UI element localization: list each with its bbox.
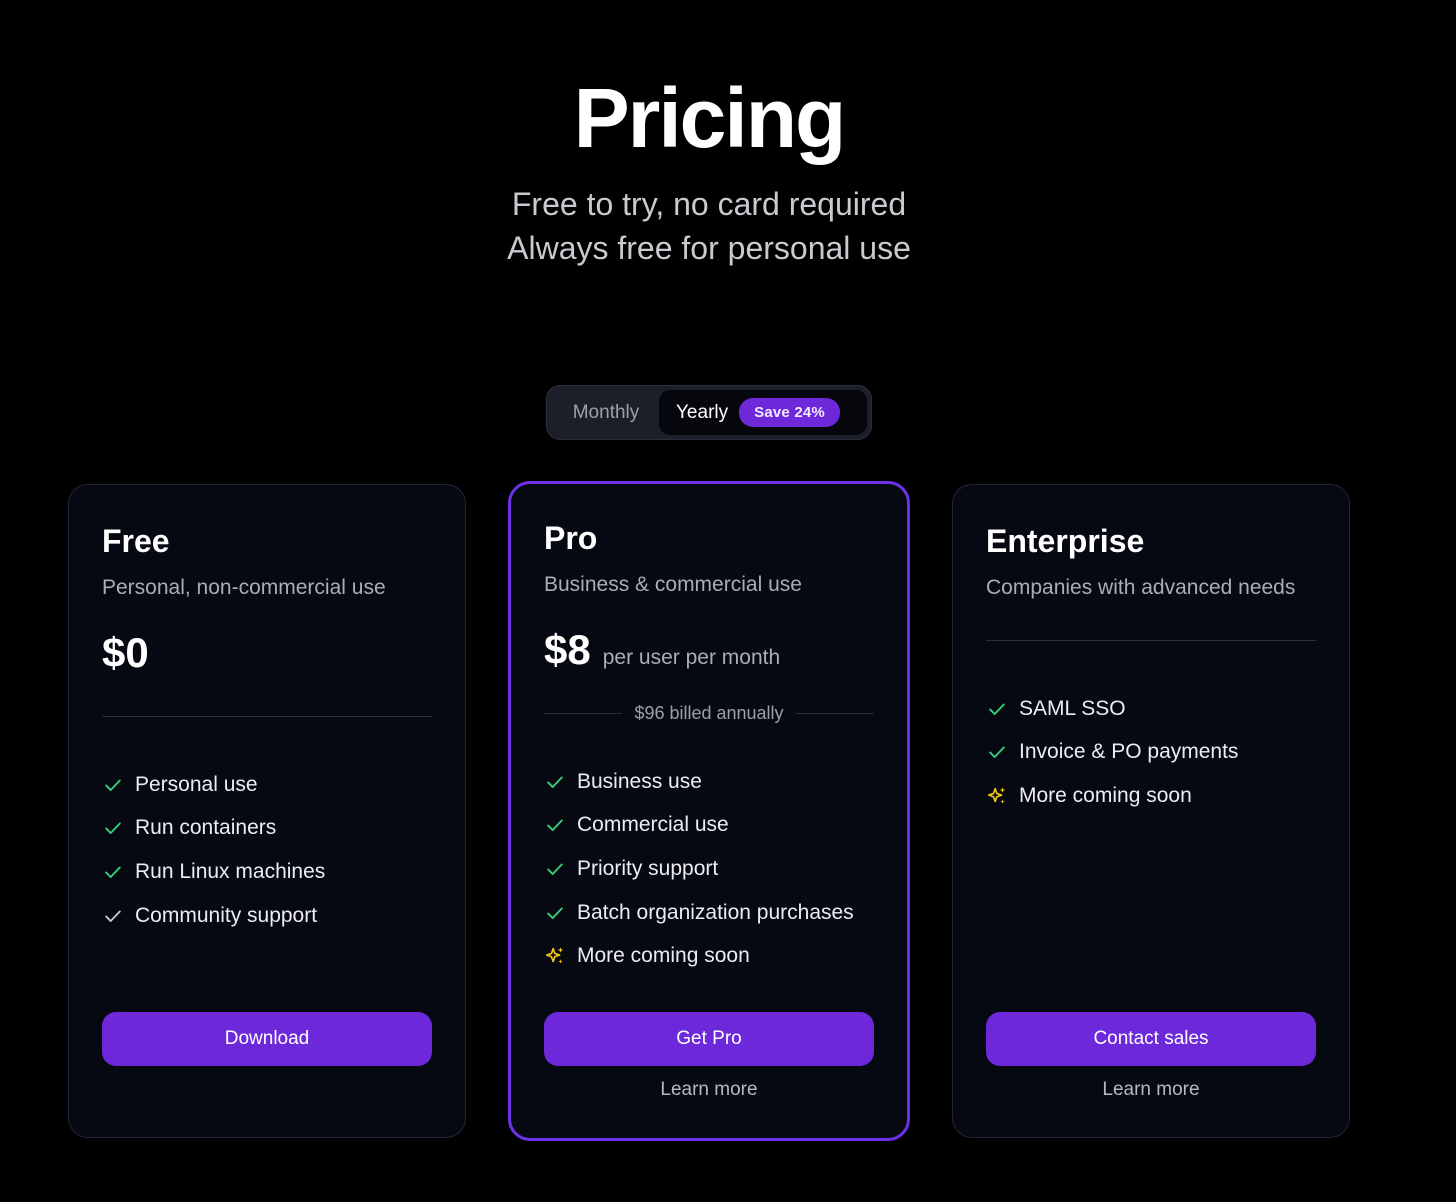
feature-item: Batch organization purchases (544, 891, 874, 935)
billed-note-text: $96 billed annually (634, 703, 784, 723)
feature-item: Run Linux machines (102, 850, 432, 894)
subtitle-line-2: Always free for personal use (507, 230, 911, 266)
sparkle-icon (986, 785, 1008, 807)
check-icon (102, 861, 124, 883)
feature-item: More coming soon (544, 934, 874, 978)
plan-description: Personal, non-commercial use (102, 576, 386, 599)
divider (986, 640, 1316, 641)
divider (102, 716, 432, 717)
yearly-label: Yearly (676, 401, 729, 423)
plan-name: Pro (544, 520, 598, 556)
learn-more-link[interactable]: Learn more (544, 1079, 874, 1101)
plan-card-enterprise: Enterprise Companies with advanced needs… (952, 484, 1350, 1138)
feature-list: Personal use Run containers Run Linux mach… (102, 763, 432, 937)
check-icon (544, 858, 566, 880)
feature-label: Run Linux machines (135, 859, 326, 883)
feature-label: Invoice & PO payments (1019, 740, 1239, 764)
feature-item: Invoice & PO payments (986, 731, 1316, 775)
plan-card-free: Free Personal, non-commercial use $0 Per… (68, 484, 466, 1138)
sparkle-icon (544, 945, 566, 967)
feature-item: Business use (544, 760, 874, 804)
plan-name: Enterprise (986, 523, 1145, 559)
check-icon (544, 771, 566, 793)
download-button[interactable]: Download (102, 1012, 432, 1066)
feature-item: Run containers (102, 807, 432, 851)
price-amount: $8 (544, 626, 591, 673)
check-icon (102, 817, 124, 839)
check-icon (102, 774, 124, 796)
feature-label: More coming soon (1019, 783, 1192, 807)
price-amount: $0 (102, 629, 149, 676)
monthly-option[interactable]: Monthly (553, 390, 659, 435)
feature-label: Personal use (135, 772, 258, 796)
billing-period-toggle: Monthly Yearly Save 24% (546, 385, 872, 440)
plan-card-pro: Pro Business & commercial use $8 per use… (508, 481, 910, 1141)
feature-item: SAML SSO (986, 687, 1316, 731)
subtitle-line-1: Free to try, no card required (511, 186, 907, 222)
plan-description: Business & commercial use (544, 573, 802, 596)
get-pro-button[interactable]: Get Pro (544, 1012, 874, 1066)
feature-label: Commercial use (577, 813, 729, 837)
save-badge: Save 24% (739, 398, 840, 427)
check-icon (102, 905, 124, 927)
feature-label: Run containers (135, 816, 277, 840)
price-unit: per user per month (602, 646, 781, 669)
pricing-page: Pricing Free to try, no card required Al… (0, 0, 1456, 1202)
page-title: Pricing (573, 71, 847, 165)
check-icon (544, 814, 566, 836)
feature-list: SAML SSO Invoice & PO payments More coming… (986, 687, 1316, 818)
learn-more-link[interactable]: Learn more (986, 1079, 1316, 1101)
feature-item: Personal use (102, 763, 432, 807)
feature-label: SAML SSO (1019, 696, 1126, 720)
feature-item: Priority support (544, 847, 874, 891)
plan-price: $8 per user per month (544, 626, 780, 674)
feature-item: More coming soon (986, 774, 1316, 818)
plan-price: $0 (102, 629, 149, 677)
feature-item: Community support (102, 894, 432, 938)
feature-label: More coming soon (577, 944, 750, 968)
plan-description: Companies with advanced needs (986, 576, 1296, 599)
check-icon (544, 902, 566, 924)
feature-label: Community support (135, 903, 318, 927)
divider-right (795, 713, 874, 714)
feature-list: Business use Commercial use Priority suppo… (544, 760, 874, 978)
divider-left (544, 713, 623, 714)
billed-annually-note: $96 billed annually (544, 703, 874, 724)
plan-name: Free (102, 523, 170, 559)
check-icon (986, 741, 1008, 763)
contact-sales-button[interactable]: Contact sales (986, 1012, 1316, 1066)
check-icon (986, 698, 1008, 720)
feature-label: Batch organization purchases (577, 900, 854, 924)
feature-item: Commercial use (544, 804, 874, 848)
feature-label: Business use (577, 769, 702, 793)
yearly-option[interactable]: Yearly Save 24% (659, 390, 867, 435)
feature-label: Priority support (577, 856, 719, 880)
